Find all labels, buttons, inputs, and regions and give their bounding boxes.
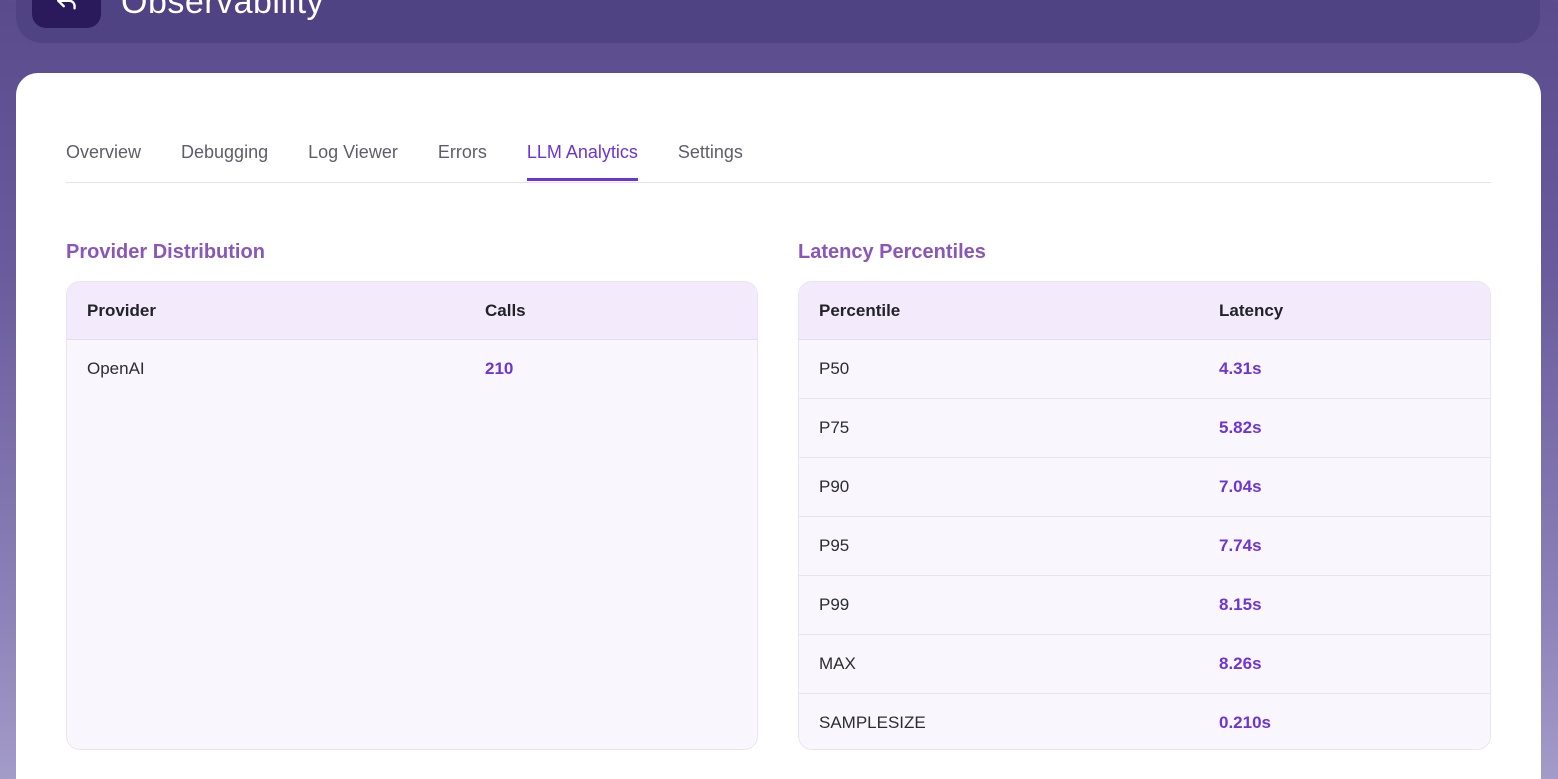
tab-errors[interactable]: Errors bbox=[438, 129, 487, 181]
percentile-label: P75 bbox=[819, 418, 850, 437]
page-title: Observability bbox=[121, 0, 325, 21]
column-header-provider: Provider bbox=[87, 300, 156, 320]
tab-overview[interactable]: Overview bbox=[66, 129, 141, 181]
table-row: P99 8.15s bbox=[799, 576, 1490, 635]
provider-calls: 210 bbox=[485, 359, 514, 378]
percentile-label: P99 bbox=[819, 595, 850, 614]
latency-value: 8.26s bbox=[1219, 654, 1262, 673]
tab-bar: Overview Debugging Log Viewer Errors LLM… bbox=[66, 129, 1491, 183]
tab-llm-analytics[interactable]: LLM Analytics bbox=[526, 129, 638, 181]
percentile-label: P95 bbox=[819, 536, 850, 555]
table-header: Provider Calls bbox=[67, 282, 757, 340]
provider-distribution-table: Provider Calls OpenAI 210 bbox=[66, 281, 758, 750]
provider-distribution-title: Provider Distribution bbox=[66, 241, 265, 263]
column-header-percentile: Percentile bbox=[819, 300, 901, 320]
latency-value: 4.31s bbox=[1219, 359, 1262, 378]
provider-name: OpenAI bbox=[87, 359, 145, 378]
percentile-label: P90 bbox=[819, 477, 850, 496]
table-row: P50 4.31s bbox=[799, 340, 1490, 399]
percentile-label: SAMPLESIZE bbox=[819, 713, 926, 732]
latency-value: 5.82s bbox=[1219, 418, 1262, 437]
table-header: Percentile Latency bbox=[799, 282, 1490, 340]
latency-value: 7.04s bbox=[1219, 477, 1262, 496]
table-row: SAMPLESIZE 0.210s bbox=[799, 694, 1490, 749]
percentile-label: MAX bbox=[819, 654, 856, 673]
back-button[interactable] bbox=[32, 0, 101, 28]
latency-value: 7.74s bbox=[1219, 536, 1262, 555]
column-header-calls: Calls bbox=[485, 300, 526, 320]
latency-value: 0.210s bbox=[1219, 713, 1271, 732]
latency-percentiles-table: Percentile Latency P50 4.31s P75 5.82s P… bbox=[798, 281, 1491, 750]
table-row: MAX 8.26s bbox=[799, 635, 1490, 694]
main-card: Overview Debugging Log Viewer Errors LLM… bbox=[16, 73, 1541, 779]
tab-settings[interactable]: Settings bbox=[678, 129, 743, 181]
table-row: P95 7.74s bbox=[799, 517, 1490, 576]
percentile-label: P50 bbox=[819, 359, 850, 378]
back-arrow-icon bbox=[56, 0, 76, 10]
tab-debugging[interactable]: Debugging bbox=[181, 129, 268, 181]
table-row: P90 7.04s bbox=[799, 458, 1490, 517]
tab-log-viewer[interactable]: Log Viewer bbox=[308, 129, 398, 181]
table-row: OpenAI 210 bbox=[67, 340, 757, 398]
latency-percentiles-title: Latency Percentiles bbox=[798, 241, 986, 263]
table-row: P75 5.82s bbox=[799, 399, 1490, 458]
latency-value: 8.15s bbox=[1219, 595, 1262, 614]
column-header-latency: Latency bbox=[1219, 300, 1284, 320]
